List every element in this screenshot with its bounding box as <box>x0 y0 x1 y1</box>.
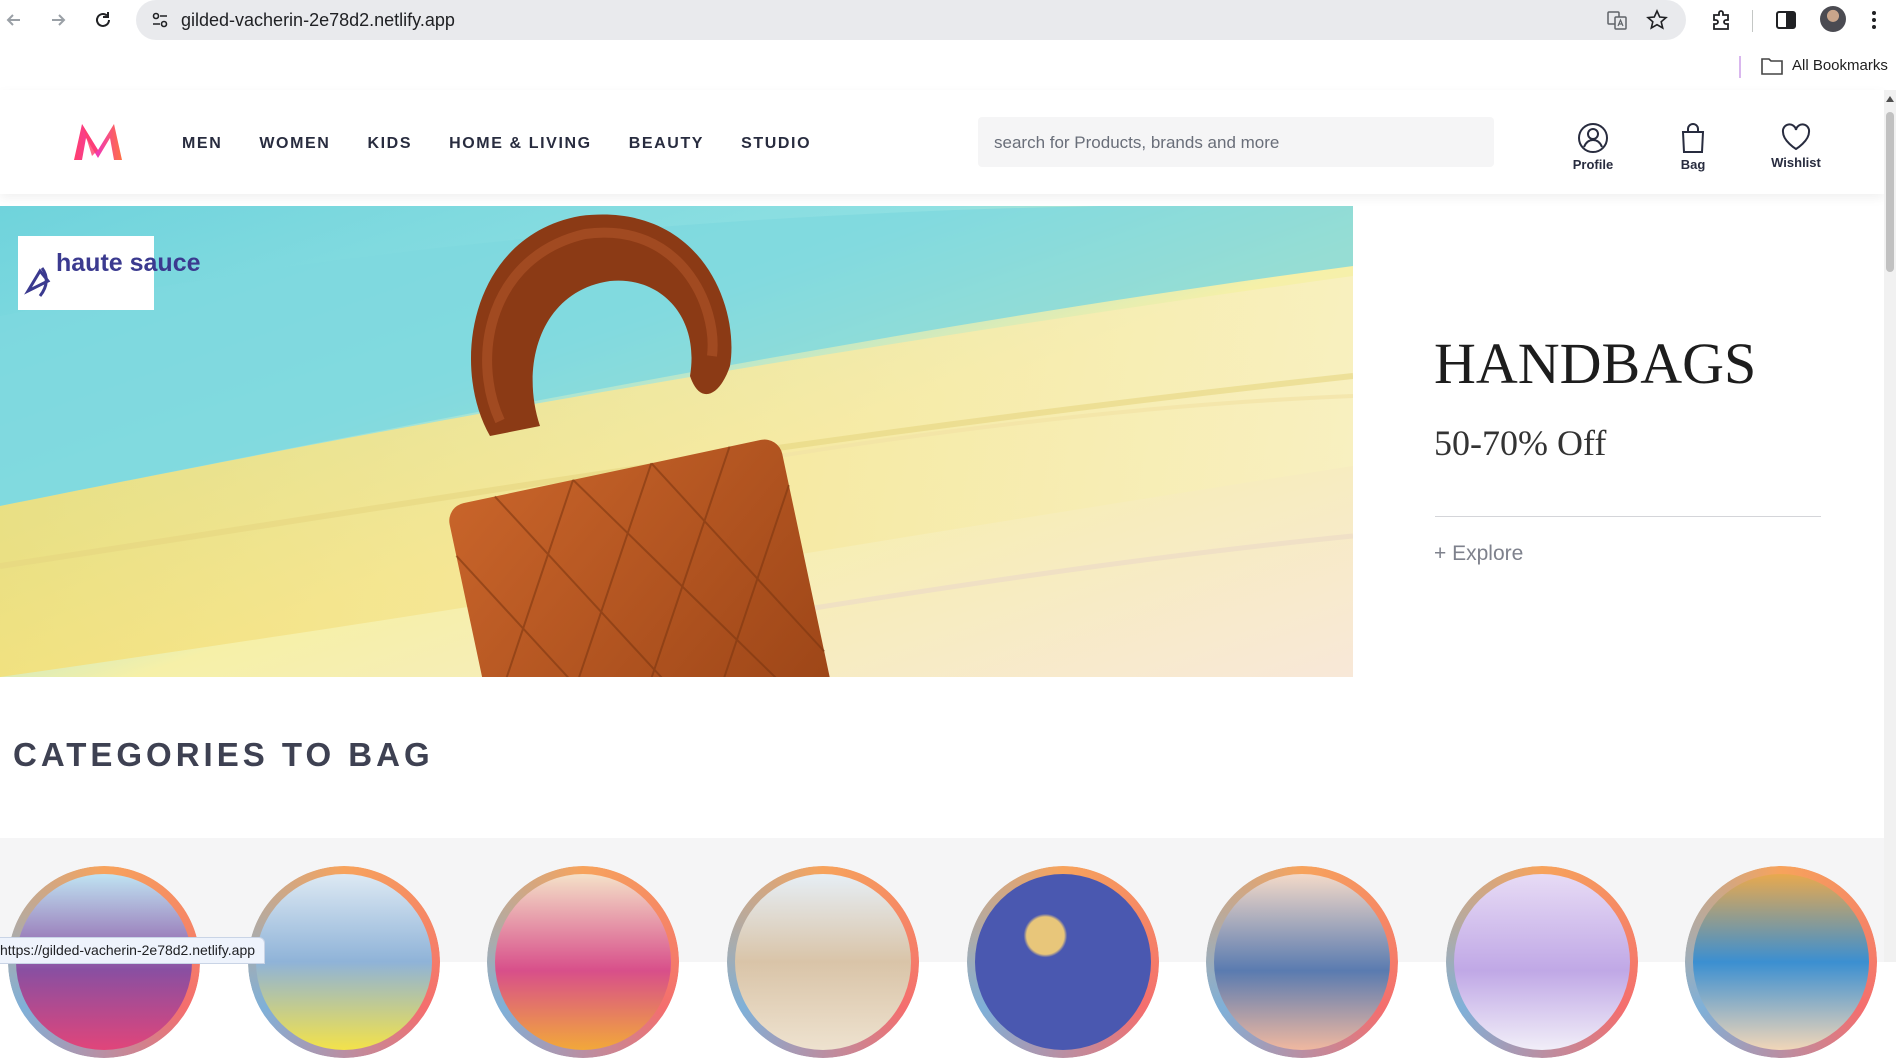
folder-icon[interactable] <box>1760 56 1784 76</box>
wishlist-label: Wishlist <box>1771 155 1821 170</box>
all-bookmarks-link[interactable]: All Bookmarks <box>1792 57 1888 74</box>
menu-item-beauty[interactable]: BEAUTY <box>629 135 704 153</box>
search-input[interactable] <box>992 117 1486 169</box>
menu-item-studio[interactable]: STUDIO <box>741 135 811 153</box>
myntra-logo[interactable] <box>70 120 126 162</box>
search-box <box>978 117 1494 169</box>
menu-item-home-living[interactable]: HOME & LIVING <box>449 135 592 153</box>
menu-item-men[interactable]: MEN <box>182 135 222 153</box>
wishlist-button[interactable]: Wishlist <box>1756 122 1836 170</box>
bag-button[interactable]: Bag <box>1653 122 1733 172</box>
address-bar[interactable]: gilded-vacherin-2e78d2.netlify.app <box>136 0 1686 40</box>
toolbar-divider <box>1752 10 1753 32</box>
category-tile[interactable] <box>967 866 1159 1058</box>
heart-icon <box>1781 123 1811 151</box>
site-info-icon[interactable] <box>150 10 170 30</box>
bag-label: Bag <box>1680 157 1706 172</box>
scrollbar-thumb[interactable] <box>1886 112 1894 272</box>
category-tile[interactable] <box>1206 866 1398 1058</box>
forward-icon[interactable] <box>44 6 72 34</box>
bookmarks-bar <box>0 42 1896 90</box>
menu-item-kids[interactable]: KIDS <box>367 135 412 153</box>
category-tile[interactable] <box>487 866 679 1058</box>
url-text[interactable]: gilded-vacherin-2e78d2.netlify.app <box>181 10 455 31</box>
explore-link[interactable]: + Explore <box>1434 542 1523 566</box>
menu-item-women[interactable]: WOMEN <box>259 135 330 153</box>
categories-heading: CATEGORIES TO BAG <box>13 736 434 773</box>
category-tile[interactable] <box>1685 866 1877 1058</box>
more-menu-icon[interactable] <box>1862 8 1886 32</box>
category-tile[interactable] <box>727 866 919 1058</box>
brand-name: haute sauce <box>56 249 201 277</box>
reload-icon[interactable] <box>89 6 117 34</box>
main-menu: MEN WOMEN KIDS HOME & LIVING BEAUTY STUD… <box>182 135 848 153</box>
hero-divider <box>1435 516 1821 517</box>
profile-icon <box>1578 123 1608 153</box>
bag-icon <box>1681 123 1705 153</box>
bookmarks-separator <box>1739 56 1741 78</box>
scroll-up-arrow-icon[interactable] <box>1886 96 1894 102</box>
star-icon[interactable] <box>1646 9 1668 31</box>
profile-button[interactable]: Profile <box>1553 122 1633 172</box>
hero-subtitle: 50-70% Off <box>1434 423 1607 463</box>
site-header: MEN WOMEN KIDS HOME & LIVING BEAUTY STUD… <box>0 90 1884 194</box>
back-icon[interactable] <box>0 6 28 34</box>
extensions-icon[interactable] <box>1710 8 1734 32</box>
category-tile[interactable] <box>248 866 440 1058</box>
side-panel-icon[interactable] <box>1774 8 1798 32</box>
avatar[interactable] <box>1820 6 1846 32</box>
hero-banner-image[interactable] <box>0 206 1353 677</box>
translate-icon[interactable] <box>1606 9 1628 31</box>
category-tile[interactable] <box>1446 866 1638 1058</box>
browser-toolbar: gilded-vacherin-2e78d2.netlify.app <box>0 0 1896 42</box>
status-link-preview: https://gilded-vacherin-2e78d2.netlify.a… <box>0 937 266 964</box>
hero-title: HANDBAGS <box>1434 331 1757 396</box>
profile-label: Profile <box>1572 157 1614 172</box>
